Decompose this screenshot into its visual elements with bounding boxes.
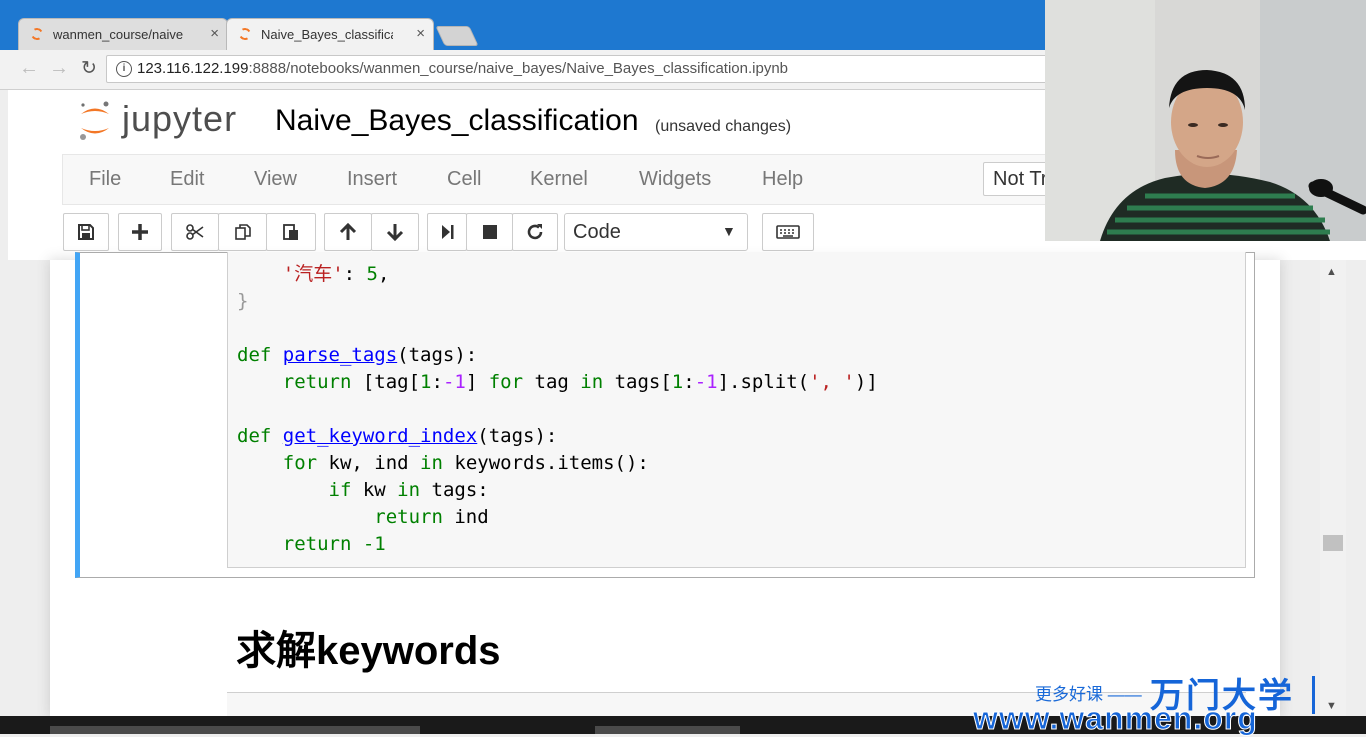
arrow-down-icon	[386, 224, 404, 242]
menu-cell[interactable]: Cell	[447, 168, 481, 191]
chevron-down-icon: ▼	[722, 223, 736, 239]
browser-tab-1[interactable]: wanmen_course/naive ×	[18, 18, 228, 50]
menu-insert[interactable]: Insert	[347, 168, 397, 191]
watermark-divider	[1312, 676, 1315, 714]
command-palette-button[interactable]	[762, 213, 814, 251]
code-line: if kw in tags:	[328, 479, 489, 501]
move-up-button[interactable]	[324, 213, 372, 251]
vertical-scrollbar[interactable]	[1320, 260, 1346, 716]
code-line: return ind	[374, 506, 489, 528]
run-button[interactable]	[427, 213, 467, 251]
stop-icon	[482, 225, 497, 239]
cell-type-select[interactable]: Code	[564, 213, 748, 251]
code-line: }	[237, 290, 249, 312]
cut-button[interactable]	[171, 213, 219, 251]
code-line: for kw, ind in keywords.items():	[282, 452, 649, 474]
menu-help[interactable]: Help	[762, 168, 803, 191]
url-host: 123.116.122.199	[137, 60, 249, 77]
jupyter-favicon-icon	[237, 26, 253, 42]
code-line: def get_keyword_index(tags):	[237, 425, 558, 447]
keyboard-icon	[776, 225, 800, 239]
plus-icon	[132, 224, 148, 240]
notebook-title[interactable]: Naive_Bayes_classification	[275, 104, 639, 138]
webcam-overlay	[1045, 0, 1366, 241]
insert-cell-button[interactable]	[118, 213, 162, 251]
menu-file[interactable]: File	[89, 168, 121, 191]
scroll-down-arrow-icon[interactable]: ▼	[1326, 700, 1337, 712]
jupyter-logo-text: jupyter	[122, 98, 238, 139]
code-line: return [tag[1:-1] for tag in tags[1:-1].…	[282, 371, 878, 393]
save-button[interactable]	[63, 213, 109, 251]
menu-edit[interactable]: Edit	[170, 168, 204, 191]
move-down-button[interactable]	[371, 213, 419, 251]
menu-kernel[interactable]: Kernel	[530, 168, 588, 191]
forward-arrow-icon[interactable]: →	[48, 57, 70, 80]
code-line: '汽车': 5,	[282, 263, 390, 285]
restart-icon	[527, 224, 543, 240]
menu-view[interactable]: View	[254, 168, 297, 191]
markdown-heading[interactable]: 求解keywords	[236, 618, 501, 676]
save-status: (unsaved changes)	[655, 118, 792, 135]
menu-widgets[interactable]: Widgets	[639, 168, 711, 191]
tab-close-icon[interactable]: ×	[210, 25, 219, 42]
info-icon[interactable]: i	[116, 61, 132, 77]
copy-icon	[234, 224, 251, 240]
interrupt-button[interactable]	[466, 213, 513, 251]
code-line: return -1	[282, 533, 386, 555]
jupyter-logo-icon[interactable]	[78, 100, 112, 142]
paste-button[interactable]	[266, 213, 316, 251]
paste-icon	[283, 224, 298, 240]
tab-close-icon[interactable]: ×	[416, 25, 425, 42]
copy-button[interactable]	[218, 213, 267, 251]
restart-button[interactable]	[512, 213, 558, 251]
tab-title: Naive_Bayes_classificat	[261, 27, 393, 42]
bottom-bar-segment	[595, 726, 740, 734]
jupyter-favicon-icon	[29, 26, 45, 42]
url-text[interactable]: 123.116.122.199:8888/notebooks/wanmen_co…	[137, 60, 788, 77]
arrow-up-icon	[339, 222, 357, 240]
run-next-icon	[442, 225, 454, 239]
tab-title: wanmen_course/naive	[53, 27, 184, 42]
bottom-bar-segment	[50, 726, 420, 734]
url-path: :8888/notebooks/wanmen_course/naive_baye…	[248, 60, 789, 77]
menu-bar	[62, 154, 1122, 205]
scroll-up-arrow-icon[interactable]: ▲	[1326, 266, 1337, 278]
back-arrow-icon[interactable]: ←	[18, 57, 40, 80]
scrollbar-thumb[interactable]	[1323, 535, 1343, 551]
watermark-url: www.wanmen.org	[973, 700, 1258, 737]
browser-tab-2[interactable]: Naive_Bayes_classificat ×	[226, 18, 434, 50]
code-line: def parse_tags(tags):	[237, 344, 478, 366]
save-icon	[78, 224, 94, 240]
reload-icon[interactable]: ↻	[78, 57, 100, 80]
cut-icon	[186, 224, 204, 240]
